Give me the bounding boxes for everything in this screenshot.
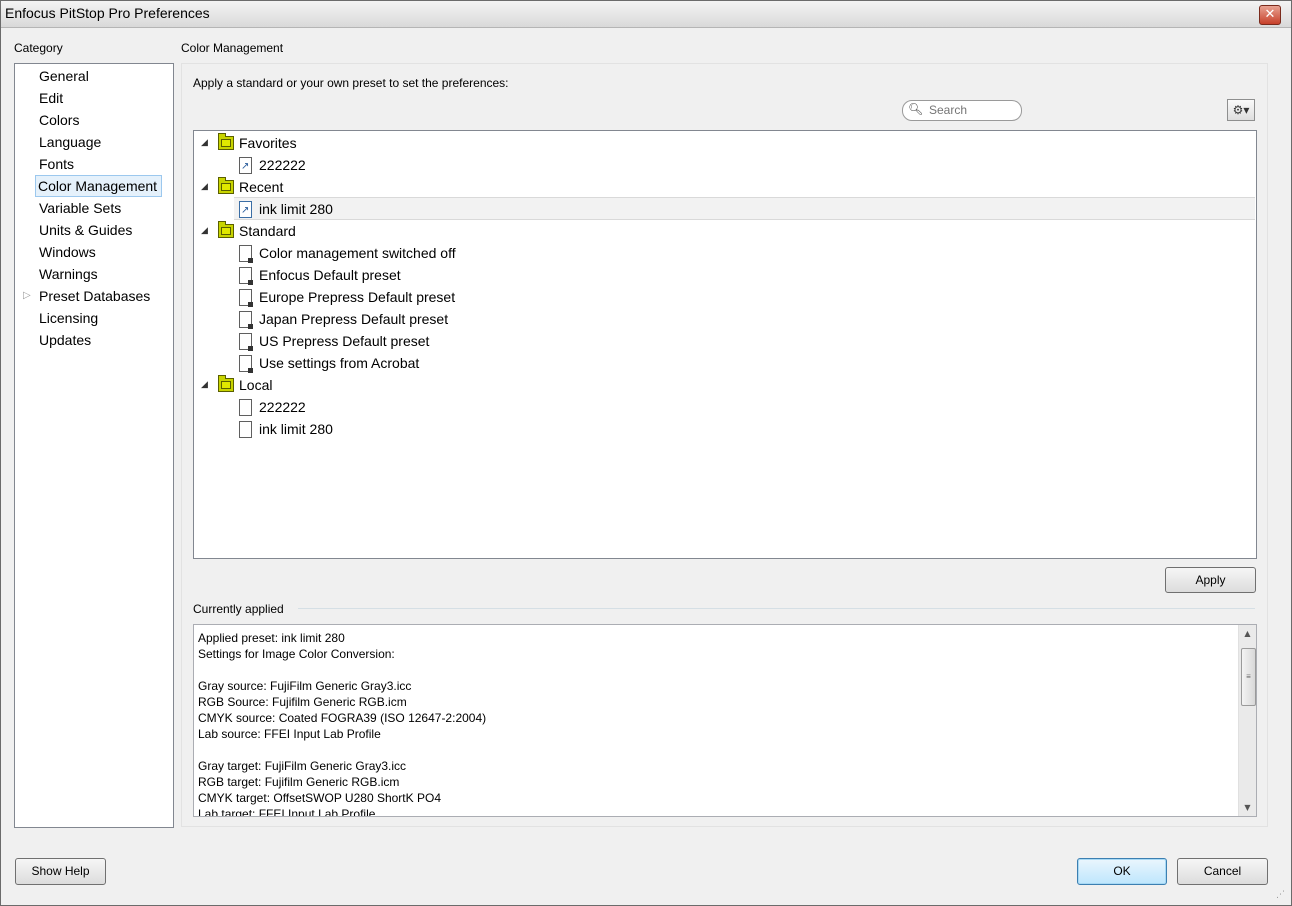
applied-line: CMYK source: Coated FOGRA39 (ISO 12647-2… xyxy=(198,711,487,725)
category-item-color-management[interactable]: Color Management xyxy=(35,175,163,197)
locked-document-icon xyxy=(239,267,253,285)
cancel-button[interactable]: Cancel xyxy=(1177,858,1268,885)
category-item-windows[interactable]: Windows xyxy=(37,241,100,263)
gear-menu-button[interactable]: ⚙▾ xyxy=(1227,99,1255,121)
category-item-variable-sets[interactable]: Variable Sets xyxy=(37,197,125,219)
category-item-edit[interactable]: Edit xyxy=(37,87,67,109)
document-icon xyxy=(239,421,252,438)
tree-folder-label: Local xyxy=(239,377,273,393)
applied-line: CMYK target: OffsetSWOP U280 ShortK PO4 xyxy=(198,791,441,805)
locked-document-icon xyxy=(239,311,253,329)
locked-document-icon xyxy=(239,355,253,373)
tree-item-label: Color management switched off xyxy=(259,245,456,261)
close-icon[interactable]: ✕ xyxy=(1259,5,1281,25)
tree-item-label: 222222 xyxy=(259,157,306,173)
vertical-scrollbar[interactable]: ▲ ≡ ▼ xyxy=(1238,625,1256,816)
search-input[interactable] xyxy=(929,102,1017,118)
collapse-arrow-icon[interactable]: ◢ xyxy=(201,374,211,396)
title-bar[interactable]: Enfocus PitStop Pro Preferences ✕ xyxy=(1,1,1291,28)
currently-applied-label: Currently applied xyxy=(193,602,284,616)
tree-item-label: Enfocus Default preset xyxy=(259,267,401,283)
preferences-window: Enfocus PitStop Pro Preferences ✕ Catego… xyxy=(0,0,1292,906)
currently-applied-textbox[interactable]: Applied preset: ink limit 280 Settings f… xyxy=(193,624,1257,817)
show-help-button[interactable]: Show Help xyxy=(15,858,106,885)
tree-folder-label: Standard xyxy=(239,223,296,239)
tree-item-label: US Prepress Default preset xyxy=(259,333,430,349)
category-item-warnings[interactable]: Warnings xyxy=(37,263,102,285)
scroll-up-arrow-icon[interactable]: ▲ xyxy=(1239,625,1256,642)
applied-line xyxy=(198,662,486,678)
category-item-licensing[interactable]: Licensing xyxy=(37,307,102,329)
category-item-fonts[interactable]: Fonts xyxy=(37,153,78,175)
applied-line: Lab source: FFEI Input Lab Profile xyxy=(198,727,381,741)
applied-settings-text: Applied preset: ink limit 280 Settings f… xyxy=(198,630,487,817)
tree-folder-label: Favorites xyxy=(239,135,297,151)
collapse-arrow-icon[interactable]: ◢ xyxy=(201,176,211,198)
category-item-colors[interactable]: Colors xyxy=(37,109,83,131)
locked-document-icon xyxy=(239,289,253,307)
category-item-general[interactable]: General xyxy=(37,65,93,87)
locked-document-icon xyxy=(239,333,253,351)
shortcut-document-icon xyxy=(239,200,252,222)
applied-line: Lab target: FFEI Input Lab Profile xyxy=(198,807,376,817)
search-box[interactable]: 🔍︎ xyxy=(902,100,1022,121)
tree-item-label: Europe Prepress Default preset xyxy=(259,289,456,305)
section-title: Color Management xyxy=(181,41,284,55)
applied-line: Applied preset: ink limit 280 xyxy=(198,631,345,645)
category-label: Category xyxy=(14,41,63,55)
category-item-updates[interactable]: Updates xyxy=(37,329,95,351)
applied-line: RGB Source: Fujifilm Generic RGB.icm xyxy=(198,695,407,709)
document-icon xyxy=(239,399,252,416)
tree-item-label: ink limit 280 xyxy=(259,201,333,217)
collapse-arrow-icon[interactable]: ◢ xyxy=(201,132,211,154)
apply-button[interactable]: Apply xyxy=(1165,567,1256,593)
tree-item-label: Use settings from Acrobat xyxy=(259,355,420,371)
gear-icon: ⚙▾ xyxy=(1232,103,1250,117)
folder-icon xyxy=(218,375,234,392)
tree-item-label: ink limit 280 xyxy=(259,421,333,437)
folder-icon xyxy=(218,133,234,150)
category-item-units-guides[interactable]: Units & Guides xyxy=(37,219,136,241)
category-list: General Edit Colors Language Fonts Color… xyxy=(14,63,174,828)
category-item-language[interactable]: Language xyxy=(37,131,105,153)
ok-button[interactable]: OK xyxy=(1077,858,1167,885)
applied-line: Gray source: FujiFilm Generic Gray3.icc xyxy=(198,679,412,693)
scroll-down-arrow-icon[interactable]: ▼ xyxy=(1239,799,1256,816)
collapse-arrow-icon[interactable]: ◢ xyxy=(201,220,211,242)
tree-item-label: Japan Prepress Default preset xyxy=(259,311,449,327)
preset-tree[interactable]: ◢ Favorites 222222 ◢ Recent ink limit 28… xyxy=(193,130,1257,559)
search-icon: 🔍︎ xyxy=(908,102,924,116)
applied-line: Gray target: FujiFilm Generic Gray3.icc xyxy=(198,759,407,773)
divider xyxy=(298,608,1255,609)
window-title: Enfocus PitStop Pro Preferences xyxy=(5,5,210,21)
category-item-preset-databases[interactable]: Preset Databases xyxy=(37,285,154,307)
applied-line: RGB target: Fujifilm Generic RGB.icm xyxy=(198,775,400,789)
expand-arrow-icon[interactable]: ▷ xyxy=(23,285,31,307)
instruction-text: Apply a standard or your own preset to s… xyxy=(193,76,509,90)
tree-item-label: 222222 xyxy=(259,399,306,415)
locked-document-icon xyxy=(239,245,253,263)
resize-grip-icon[interactable]: ⋰ xyxy=(1276,890,1288,902)
folder-icon xyxy=(218,177,234,194)
tree-folder-label: Recent xyxy=(239,179,284,195)
applied-line xyxy=(198,742,486,758)
scroll-thumb[interactable]: ≡ xyxy=(1241,648,1256,706)
locked-folder-icon xyxy=(218,221,234,238)
shortcut-document-icon xyxy=(239,156,252,178)
applied-line: Settings for Image Color Conversion: xyxy=(198,647,395,661)
selected-row-highlight xyxy=(234,197,1255,220)
